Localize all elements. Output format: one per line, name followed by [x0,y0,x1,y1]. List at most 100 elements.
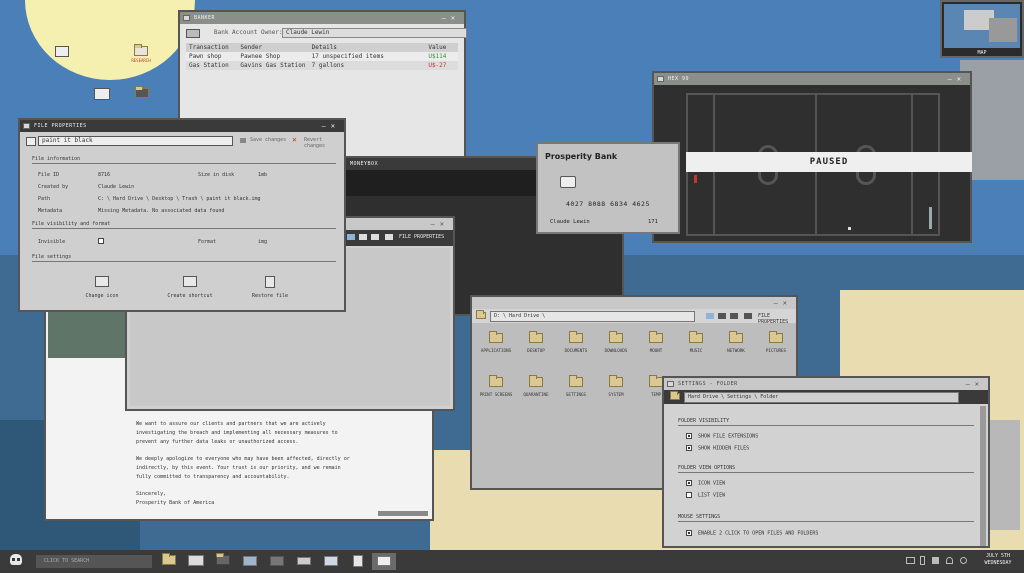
file-properties-titlebar[interactable]: FILE PROPERTIES –✕ [20,120,344,132]
toolbar-icon[interactable] [347,234,355,240]
folder-desktop[interactable]: DESKTOP [516,331,556,377]
double-click-checkbox[interactable] [686,530,692,536]
minimap[interactable]: MAP [940,0,1024,58]
taskbar-app-window[interactable] [324,556,338,566]
toolbar-icon[interactable] [744,313,752,319]
folder-settings[interactable]: SETTINGS [556,375,596,421]
tray-settings-icon[interactable] [960,557,967,564]
taskbar-app-banker[interactable] [188,555,204,566]
desktop-icon-research[interactable]: RESEARCH [126,44,156,63]
section-title: File settings [32,254,72,260]
folder-pictures[interactable]: PICTURES [756,331,796,377]
desktop-icon[interactable] [128,86,156,100]
taskbar-app-folder[interactable] [216,553,230,567]
settings-folder-window[interactable]: SETTINGS - FOLDER –✕ Hard Drive \ Settin… [662,376,990,548]
folder-icon [529,375,543,387]
clock-date[interactable]: JULY 5TH WEDNESDAY [976,553,1020,567]
minimap-label: MAP [977,50,987,56]
folder-downloads[interactable]: DOWNLOADS [596,331,636,377]
tray-volume-icon[interactable] [932,557,939,564]
taskbar-app-window[interactable] [270,556,284,566]
divider [32,228,336,229]
window-controls[interactable]: –✕ [774,297,792,309]
folder-music[interactable]: MUSIC [676,331,716,377]
hex99-titlebar[interactable]: HEX 99 –✕ [654,73,970,85]
window-controls[interactable]: –✕ [431,218,449,230]
tray-battery-icon[interactable] [920,556,925,565]
taskbar-app-file[interactable] [353,555,363,567]
save-changes-button[interactable]: Save changes [250,137,286,143]
icon-view-checkbox[interactable] [686,480,692,486]
section-title: File information [32,156,81,162]
folder-applications[interactable]: APPLICATIONS [476,331,516,377]
folder-quarantine[interactable]: QUARANTINE [516,375,556,421]
show-extensions-option[interactable]: SHOW FILE EXTENSIONS [686,433,758,440]
settings-scrollbar[interactable] [980,406,986,546]
toolbar-icon[interactable] [706,313,714,319]
taskbar-app-explorer[interactable] [162,553,176,567]
taskbar-app-window[interactable] [243,556,257,566]
divider [678,472,974,473]
folder-system[interactable]: SYSTEM [596,375,636,421]
shortcut-icon [183,276,197,287]
card-chip-icon [560,176,576,188]
paused-banner: PAUSED [686,152,972,172]
tray-image-icon[interactable] [906,557,915,564]
toolbar-icon[interactable] [718,313,726,319]
toolbar-icon[interactable] [385,234,393,240]
create-shortcut-button[interactable]: Create shortcut [165,276,215,299]
settings-titlebar[interactable]: SETTINGS - FOLDER –✕ [664,378,988,390]
bank-card[interactable]: Prosperity Bank 4027 8088 6834 4625 Clau… [536,142,680,234]
toolbar-icon[interactable] [371,234,379,240]
folder-network[interactable]: NETWORK [716,331,756,377]
letter-image [48,312,128,358]
transactions-table: Transaction Sender Details Value Pawn sh… [186,43,458,70]
file-properties-window[interactable]: FILE PROPERTIES –✕ paint it black Save c… [18,118,346,312]
window-controls[interactable]: –✕ [966,378,984,390]
show-hidden-checkbox[interactable] [686,445,692,451]
game-icon [657,76,664,82]
tray-wifi-icon[interactable] [946,557,953,564]
change-icon-button[interactable]: Change icon [82,276,122,299]
paddle [929,207,932,229]
path-field[interactable]: Hard Drive \ Settings \ Folder [684,392,959,403]
section-title: File visibility and format [32,221,111,227]
folder-documents[interactable]: DOCUMENTS [556,331,596,377]
list-view-option[interactable]: LIST VIEW [686,492,725,499]
start-button[interactable] [10,554,24,568]
filename-input[interactable]: paint it black [38,136,233,146]
window-controls[interactable]: –✕ [442,12,460,24]
folder-icon [609,331,623,343]
folder-mount[interactable]: MOUNT [636,331,676,377]
revert-changes-button[interactable]: Revert changes [304,137,344,149]
window-controls[interactable]: –✕ [322,120,340,132]
show-hidden-option[interactable]: SHOW HIDDEN FILES [686,445,749,452]
restore-file-button[interactable]: Restore file [250,276,290,299]
list-view-checkbox[interactable] [686,492,692,498]
ball [848,227,851,230]
owner-field[interactable]: Claude Lewin [282,28,467,38]
explorer-titlebar[interactable]: –✕ [472,297,796,309]
path-field[interactable]: D: \ Hard Drive \ [490,311,695,322]
folder-print-screens[interactable]: PRINT SCREENS [476,375,516,421]
toolbar-icon[interactable] [730,313,738,319]
banker-titlebar[interactable]: BANKER –✕ [180,12,464,24]
invisible-checkbox[interactable] [98,238,104,244]
desktop-icon[interactable] [90,88,114,100]
icon-view-option[interactable]: ICON VIEW [686,480,725,487]
card-holder: Claude Lewin [550,219,590,225]
divider [678,521,974,522]
table-row[interactable]: Pawn shop Pawnee Shop 17 unspecified ite… [186,52,458,61]
taskbar-app-active[interactable] [372,553,396,570]
scrollbar[interactable] [378,511,428,516]
window-controls[interactable]: –✕ [948,73,966,85]
search-input[interactable]: CLICK TO SEARCH [36,555,152,568]
desktop-icon[interactable] [52,46,72,57]
show-extensions-checkbox[interactable] [686,433,692,439]
folder-icon [729,331,743,343]
double-click-option[interactable]: ENABLE 2 CLICK TO OPEN FILES AND FOLDERS [686,530,818,537]
folder-icon [476,310,486,319]
taskbar-app-card[interactable] [297,557,311,565]
table-row[interactable]: Gas Station Gavins Gas Station 7 gallons… [186,61,458,70]
toolbar-icon[interactable] [359,234,367,240]
